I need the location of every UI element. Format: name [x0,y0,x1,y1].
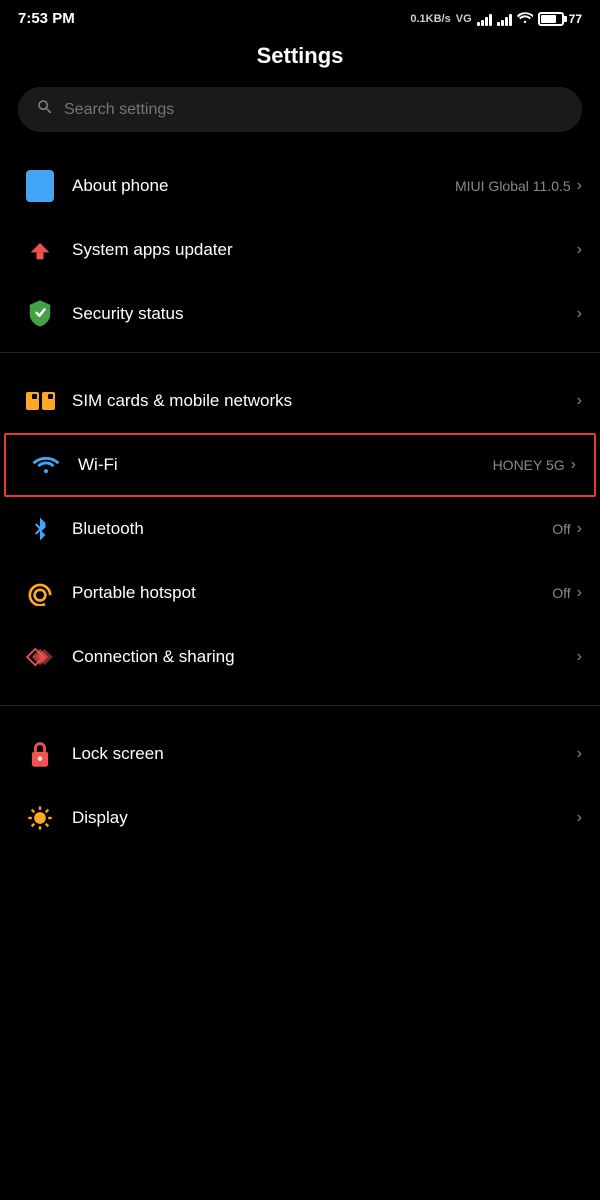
status-bar: 7:53 PM 0.1KB/s VG 77 [0,0,600,33]
signal-bars-1 [477,12,492,26]
display-icon [18,804,62,832]
battery-icon [538,12,564,26]
bluetooth-chevron: › [577,520,582,538]
display-label: Display [72,808,128,828]
wifi-item[interactable]: Wi-Fi HONEY 5G › [4,433,596,497]
sim-cards-chevron: › [577,392,582,410]
divider-1 [0,352,600,353]
bluetooth-item[interactable]: Bluetooth Off › [0,497,600,561]
lock-screen-chevron: › [577,745,582,763]
connection-chevron: › [577,648,582,666]
wifi-status-icon [517,10,533,27]
wifi-value: HONEY 5G [493,457,565,473]
system-apps-chevron: › [577,241,582,259]
shield-icon [18,298,62,330]
settings-group-2: SIM cards & mobile networks › Wi-Fi HONE… [0,369,600,689]
sim-icon [18,392,62,410]
lock-icon [18,739,62,769]
bluetooth-label: Bluetooth [72,519,144,539]
divider-2 [0,705,600,706]
connection-icon [18,644,62,670]
bluetooth-value: Off [552,521,570,537]
sim-cards-item[interactable]: SIM cards & mobile networks › [0,369,600,433]
connection-item[interactable]: Connection & sharing › [0,625,600,689]
bluetooth-icon [18,515,62,543]
hotspot-value: Off [552,585,570,601]
display-chevron: › [577,809,582,827]
arrow-up-icon [18,236,62,264]
settings-group-1: About phone MIUI Global 11.0.5 › System … [0,154,600,346]
security-status-chevron: › [577,305,582,323]
settings-group-3: Lock screen › Display › [0,722,600,850]
search-bar[interactable] [18,87,582,132]
about-phone-value: MIUI Global 11.0.5 [455,178,571,194]
system-apps-label: System apps updater [72,240,233,260]
status-right: 0.1KB/s VG 77 [410,10,582,27]
wifi-icon [24,454,68,476]
battery-percent: 77 [569,12,582,26]
wifi-chevron: › [571,456,576,474]
hotspot-chevron: › [577,584,582,602]
hotspot-icon [18,580,62,606]
lock-screen-item[interactable]: Lock screen › [0,722,600,786]
about-phone-item[interactable]: About phone MIUI Global 11.0.5 › [0,154,600,218]
network-type: VG [456,13,472,25]
page-title: Settings [0,33,600,87]
display-item[interactable]: Display › [0,786,600,850]
sim-cards-label: SIM cards & mobile networks [72,391,292,411]
signal-bars-2 [497,12,512,26]
search-icon [36,98,54,121]
status-time: 7:53 PM [18,10,75,27]
about-phone-label: About phone [72,176,168,196]
about-phone-chevron: › [577,177,582,195]
hotspot-label: Portable hotspot [72,583,196,603]
lock-screen-label: Lock screen [72,744,164,764]
hotspot-item[interactable]: Portable hotspot Off › [0,561,600,625]
phone-icon [18,170,62,202]
status-speed: 0.1KB/s [410,13,450,25]
wifi-label: Wi-Fi [78,455,118,475]
connection-label: Connection & sharing [72,647,235,667]
system-apps-item[interactable]: System apps updater › [0,218,600,282]
search-input[interactable] [64,101,564,119]
security-status-item[interactable]: Security status › [0,282,600,346]
security-status-label: Security status [72,304,184,324]
